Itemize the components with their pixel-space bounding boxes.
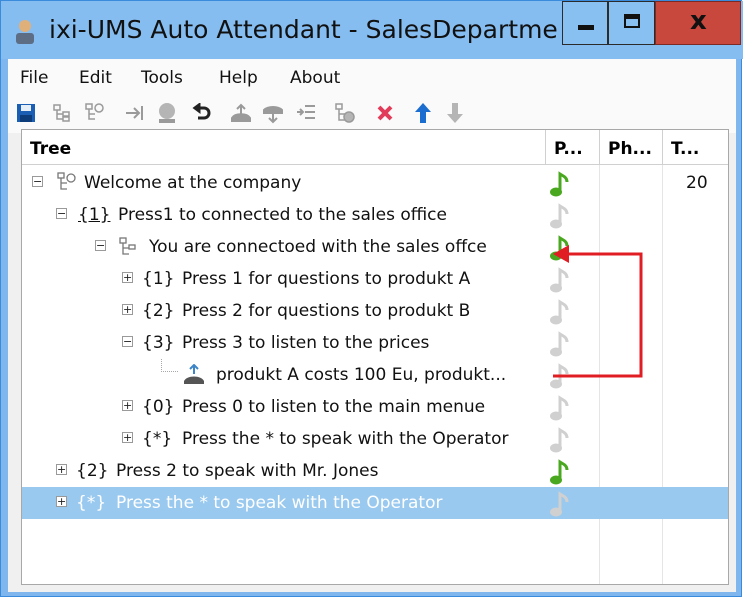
close-button[interactable]: x [655,1,741,45]
menu-file[interactable]: File [20,68,48,88]
delete-icon[interactable] [373,101,397,125]
app-icon [16,20,34,44]
annotation-arrow [553,245,643,378]
menu-help[interactable]: Help [219,68,258,88]
title-bar[interactable]: ixi-UMS Auto Attendant - SalesDepartme..… [1,1,743,59]
client-area: File Edit Tools Help About Tree P... Ph.… [8,59,736,592]
window-title: ixi-UMS Auto Attendant - SalesDepartme..… [49,15,559,44]
tree-add-icon[interactable] [83,101,107,125]
minimize-icon [578,25,594,30]
tree-view[interactable]: Tree P... Ph... T... − Welcome at the co… [21,129,729,585]
properties-icon[interactable] [333,101,357,125]
maximize-icon [624,14,640,28]
save-icon[interactable] [14,101,38,125]
toolbar [8,93,736,133]
forward-icon[interactable] [123,101,147,125]
transfer-icon[interactable] [229,101,253,125]
menu-tools[interactable]: Tools [141,68,183,88]
maximize-button[interactable] [608,1,655,45]
undo-icon[interactable] [190,101,214,125]
app-window: ixi-UMS Auto Attendant - SalesDepartme..… [0,0,743,597]
phone-icon[interactable] [261,101,285,125]
menu-about[interactable]: About [290,68,340,88]
minimize-button[interactable] [562,1,608,45]
menu-edit[interactable]: Edit [79,68,112,88]
tree-icon[interactable] [50,101,74,125]
arrow-down-icon[interactable] [443,101,467,125]
menu-bar: File Edit Tools Help About [8,59,736,93]
voice-icon[interactable] [155,101,179,125]
close-icon: x [690,6,707,36]
arrow-up-icon[interactable] [411,101,435,125]
insert-icon[interactable] [294,101,318,125]
